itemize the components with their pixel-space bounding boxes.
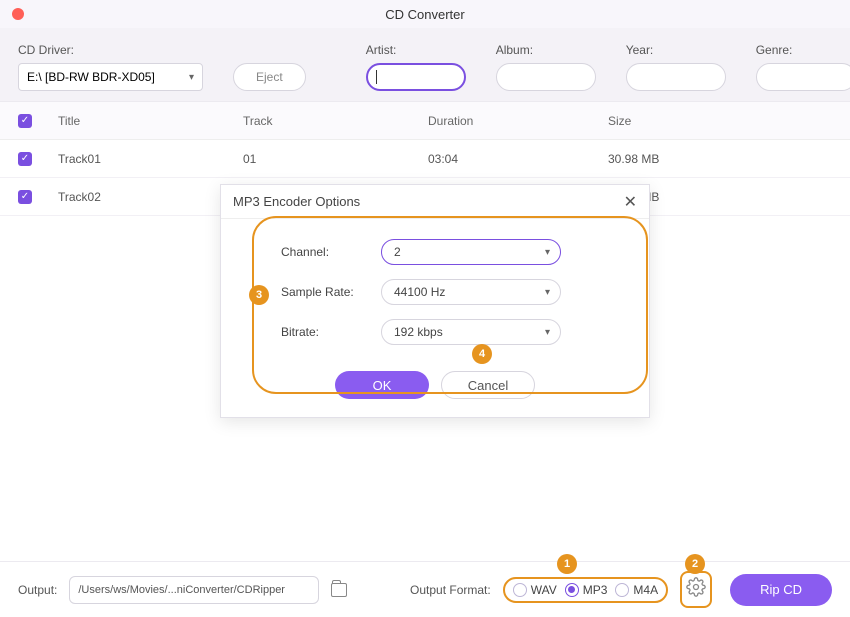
callout-4: 4 bbox=[472, 344, 492, 364]
cancel-button[interactable]: Cancel bbox=[441, 371, 535, 399]
window-title: CD Converter bbox=[0, 7, 850, 22]
chevron-down-icon: ▾ bbox=[545, 287, 550, 298]
channel-value: 2 bbox=[394, 245, 401, 259]
samplerate-select[interactable]: 44100 Hz ▾ bbox=[381, 279, 561, 305]
output-path-value: /Users/ws/Movies/...niConverter/CDRipper bbox=[78, 584, 285, 596]
encoder-settings-button[interactable] bbox=[680, 571, 712, 608]
close-icon[interactable]: ✕ bbox=[624, 192, 637, 212]
artist-input[interactable] bbox=[366, 63, 466, 91]
eject-button[interactable]: Eject bbox=[233, 63, 306, 91]
dialog-title: MP3 Encoder Options bbox=[233, 194, 360, 209]
genre-label: Genre: bbox=[756, 43, 850, 57]
col-size: Size bbox=[608, 114, 788, 128]
cell-size: 30.98 MB bbox=[608, 152, 788, 166]
format-mp3-label: MP3 bbox=[583, 583, 608, 597]
artist-label: Artist: bbox=[366, 43, 466, 57]
select-all-checkbox[interactable]: ✓ bbox=[18, 114, 32, 128]
samplerate-label: Sample Rate: bbox=[281, 285, 381, 299]
album-input[interactable] bbox=[496, 63, 596, 91]
format-m4a-label: M4A bbox=[633, 583, 658, 597]
format-wav-radio[interactable]: WAV bbox=[513, 583, 557, 597]
cd-driver-value: E:\ [BD-RW BDR-XD05] bbox=[27, 70, 155, 84]
format-mp3-radio[interactable]: MP3 bbox=[565, 583, 608, 597]
samplerate-value: 44100 Hz bbox=[394, 285, 445, 299]
bitrate-select[interactable]: 192 kbps ▾ bbox=[381, 319, 561, 345]
output-format-group: WAV MP3 M4A bbox=[503, 577, 668, 603]
chevron-down-icon: ▾ bbox=[545, 247, 550, 258]
radio-icon bbox=[615, 583, 629, 597]
callout-1: 1 bbox=[557, 554, 577, 574]
dialog-header: MP3 Encoder Options ✕ bbox=[221, 185, 649, 219]
cell-duration: 03:04 bbox=[428, 152, 608, 166]
output-path-input[interactable]: /Users/ws/Movies/...niConverter/CDRipper bbox=[69, 576, 319, 604]
chevron-down-icon: ▾ bbox=[545, 327, 550, 338]
radio-icon bbox=[513, 583, 527, 597]
titlebar: CD Converter bbox=[0, 0, 850, 28]
col-track: Track bbox=[243, 114, 428, 128]
folder-icon[interactable] bbox=[331, 583, 347, 597]
row-checkbox[interactable]: ✓ bbox=[18, 152, 32, 166]
cell-title: Track02 bbox=[58, 190, 243, 204]
year-input[interactable] bbox=[626, 63, 726, 91]
cell-title: Track01 bbox=[58, 152, 243, 166]
format-wav-label: WAV bbox=[531, 583, 557, 597]
radio-icon bbox=[565, 583, 579, 597]
encoder-options-dialog: MP3 Encoder Options ✕ Channel: 2 ▾ Sampl… bbox=[220, 184, 650, 418]
album-label: Album: bbox=[496, 43, 596, 57]
table-row[interactable]: ✓ Track01 01 03:04 30.98 MB bbox=[0, 140, 850, 178]
output-label: Output: bbox=[18, 583, 57, 597]
cd-driver-label: CD Driver: bbox=[18, 43, 203, 57]
col-duration: Duration bbox=[428, 114, 608, 128]
callout-2: 2 bbox=[685, 554, 705, 574]
year-label: Year: bbox=[626, 43, 726, 57]
genre-input[interactable] bbox=[756, 63, 850, 91]
channel-label: Channel: bbox=[281, 245, 381, 259]
cd-driver-select[interactable]: E:\ [BD-RW BDR-XD05] ▾ bbox=[18, 63, 203, 91]
channel-select[interactable]: 2 ▾ bbox=[381, 239, 561, 265]
format-m4a-radio[interactable]: M4A bbox=[615, 583, 658, 597]
ok-button[interactable]: OK bbox=[335, 371, 429, 399]
text-caret bbox=[376, 70, 377, 84]
toolbar: CD Driver: E:\ [BD-RW BDR-XD05] ▾ Eject … bbox=[0, 28, 850, 102]
callout-3: 3 bbox=[249, 285, 269, 305]
bitrate-label: Bitrate: bbox=[281, 325, 381, 339]
output-format-label: Output Format: bbox=[410, 583, 491, 597]
gear-icon bbox=[686, 577, 706, 597]
cell-track: 01 bbox=[243, 152, 428, 166]
col-title: Title bbox=[58, 114, 243, 128]
table-header: ✓ Title Track Duration Size bbox=[0, 102, 850, 140]
footer: Output: /Users/ws/Movies/...niConverter/… bbox=[0, 561, 850, 617]
row-checkbox[interactable]: ✓ bbox=[18, 190, 32, 204]
bitrate-value: 192 kbps bbox=[394, 325, 443, 339]
chevron-down-icon: ▾ bbox=[189, 72, 194, 83]
rip-cd-button[interactable]: Rip CD bbox=[730, 574, 832, 606]
